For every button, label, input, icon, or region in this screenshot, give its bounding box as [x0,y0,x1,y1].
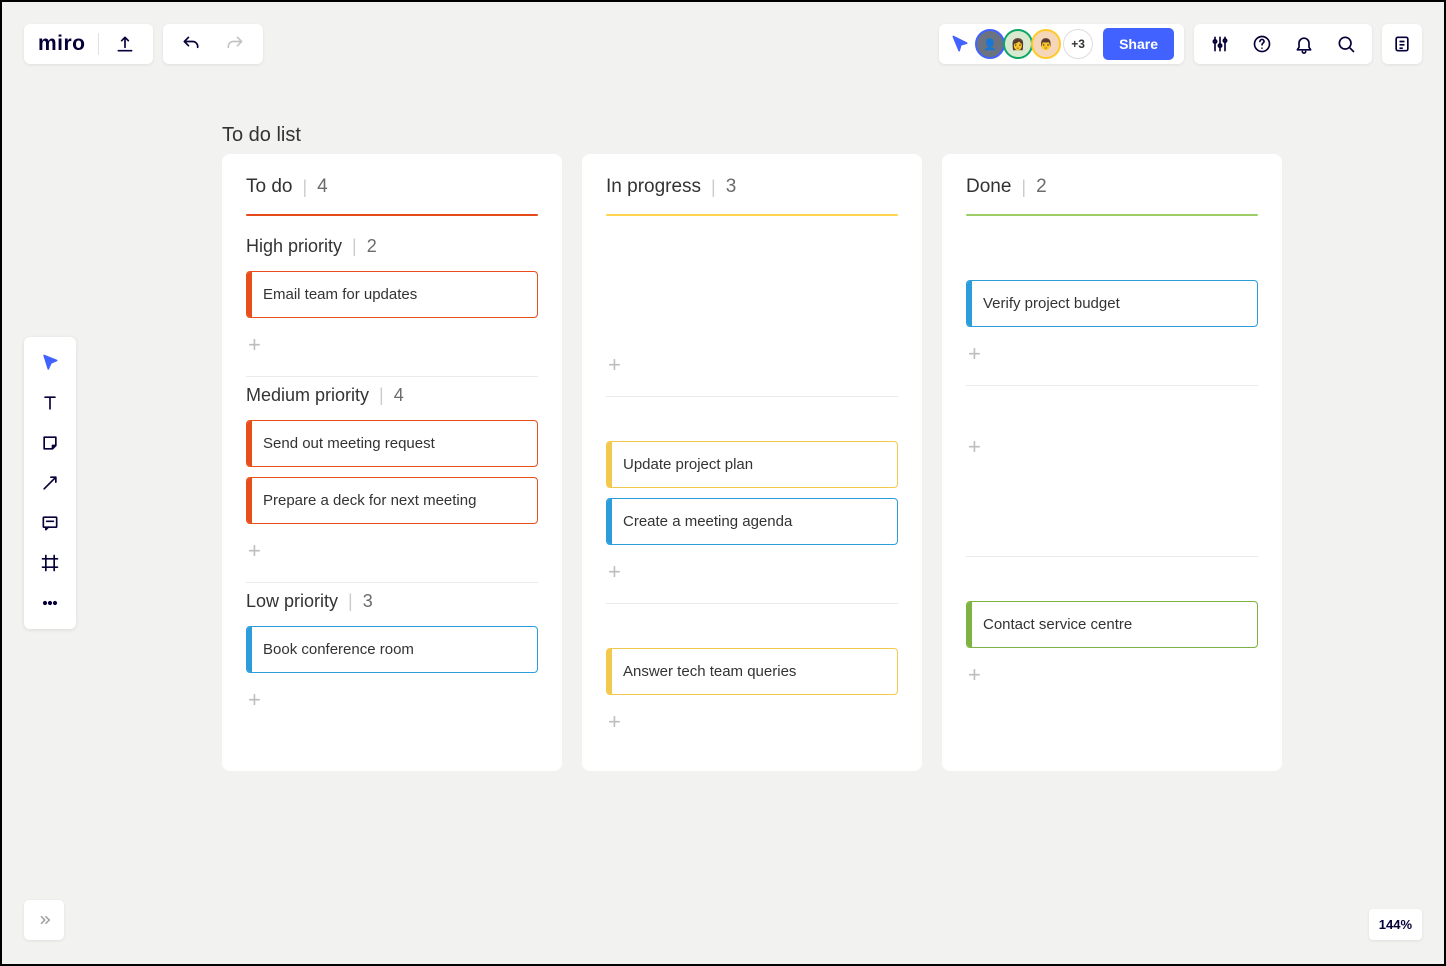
add-card-button[interactable]: + [606,555,898,599]
cursor-icon[interactable] [947,24,973,64]
kanban-card[interactable]: Update project plan [606,441,898,488]
column-count: 2 [1036,176,1047,198]
section-count: 4 [394,385,404,406]
collaborators-group: 👤 👩 👨 +3 Share [939,24,1184,64]
arrow-tool-icon[interactable] [24,463,76,503]
section-title: Medium priority [246,385,369,406]
notes-icon[interactable] [1382,24,1422,64]
help-icon[interactable] [1242,24,1282,64]
miro-logo[interactable]: miro [38,32,86,56]
more-tools-icon[interactable] [24,583,76,623]
column-underline [246,214,538,216]
add-card-button[interactable]: + [966,658,1258,702]
add-card-button[interactable]: + [246,683,538,727]
bell-icon[interactable] [1284,24,1324,64]
section-title: High priority [246,236,342,257]
kanban-card[interactable]: Verify project budget [966,280,1258,327]
section-count: 2 [367,236,377,257]
avatar[interactable]: 👩 [1003,29,1033,59]
add-card-button[interactable]: + [606,348,898,392]
select-tool-icon[interactable] [24,343,76,383]
add-card-button[interactable]: + [246,534,538,578]
sticky-note-tool-icon[interactable] [24,423,76,463]
more-users-badge[interactable]: +3 [1063,29,1093,59]
column-underline [966,214,1258,216]
kanban-card[interactable]: Email team for updates [246,271,538,318]
section-title: Low priority [246,591,338,612]
add-card-button[interactable]: + [966,430,1258,474]
kanban-card[interactable]: Create a meeting agenda [606,498,898,545]
tool-sidebar [24,337,76,629]
section-count: 3 [363,591,373,612]
redo-icon[interactable] [215,24,255,64]
zoom-level[interactable]: 144% [1369,909,1422,940]
search-icon[interactable] [1326,24,1366,64]
comment-tool-icon[interactable] [24,503,76,543]
header-tools [1194,24,1372,64]
kanban-column: In progress | 3 +Update project planCrea… [582,154,922,771]
settings-icon[interactable] [1200,24,1240,64]
kanban-column: Done | 2 Verify project budget++Contact … [942,154,1282,771]
avatar[interactable]: 👨 [1031,29,1061,59]
text-tool-icon[interactable] [24,383,76,423]
divider [98,33,99,55]
column-title: In progress [606,176,701,198]
expand-panel-icon[interactable] [24,900,64,940]
export-icon[interactable] [111,24,139,64]
undo-icon[interactable] [171,24,211,64]
kanban-card[interactable]: Book conference room [246,626,538,673]
column-title: Done [966,176,1011,198]
kanban-column: To do | 4 High priority | 2 Email team f… [222,154,562,771]
board-title: To do list [222,124,301,147]
share-button[interactable]: Share [1103,28,1174,60]
section-divider [246,376,538,377]
add-card-button[interactable]: + [606,705,898,749]
column-count: 3 [726,176,737,198]
column-title: To do [246,176,292,198]
undo-redo-group [163,24,263,64]
column-count: 4 [317,176,328,198]
add-card-button[interactable]: + [966,337,1258,381]
section-divider [246,582,538,583]
frame-tool-icon[interactable] [24,543,76,583]
kanban-card[interactable]: Send out meeting request [246,420,538,467]
logo-group: miro [24,24,153,64]
avatar[interactable]: 👤 [975,29,1005,59]
column-underline [606,214,898,216]
kanban-card[interactable]: Answer tech team queries [606,648,898,695]
kanban-card[interactable]: Contact service centre [966,601,1258,648]
kanban-card[interactable]: Prepare a deck for next meeting [246,477,538,524]
add-card-button[interactable]: + [246,328,538,372]
